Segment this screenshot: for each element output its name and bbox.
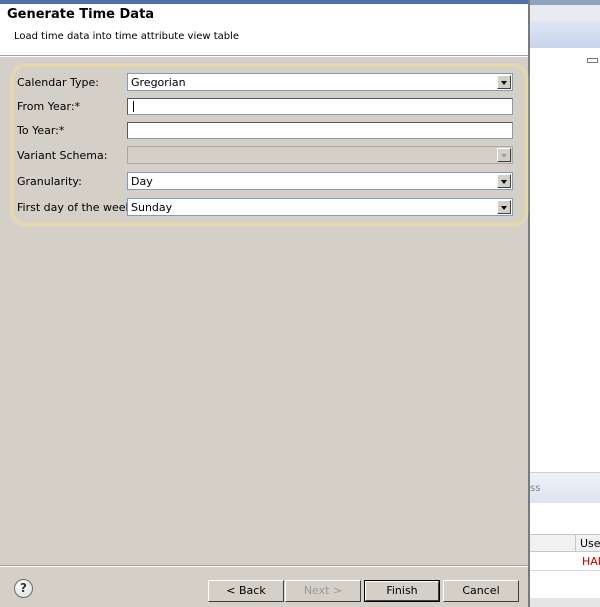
background-panel-tabs: ss: [530, 472, 600, 503]
background-tab-label[interactable]: ss: [530, 483, 540, 494]
calendar-type-label: Calendar Type:: [17, 76, 99, 89]
background-toolbar: [530, 5, 600, 21]
background-application: ss Use HAI: [530, 0, 600, 607]
dialog-description: Load time data into time attribute view …: [14, 31, 240, 42]
chevron-down-icon[interactable]: [497, 200, 511, 214]
header-separator: [0, 56, 528, 57]
first-day-value: Sunday: [131, 201, 173, 214]
column-header-user[interactable]: Use: [580, 537, 600, 550]
granularity-select[interactable]: Day: [127, 172, 513, 190]
calendar-type-value: Gregorian: [131, 76, 186, 89]
dialog-title: Generate Time Data: [7, 7, 155, 22]
from-year-label: From Year:*: [17, 100, 81, 113]
column-divider[interactable]: [575, 535, 576, 551]
button-bar-separator-highlight: [0, 566, 528, 567]
generate-time-data-dialog: Generate Time Data Load time data into t…: [0, 0, 530, 607]
from-year-input[interactable]: [128, 99, 512, 114]
text-caret: [133, 101, 134, 112]
background-table-header: Use: [530, 534, 600, 552]
first-day-label: First day of the week:: [17, 201, 136, 214]
to-year-label: To Year:*: [17, 124, 65, 137]
variant-schema-select: [127, 146, 513, 164]
chevron-down-icon[interactable]: [497, 75, 511, 89]
to-year-input[interactable]: [128, 123, 512, 138]
dialog-header-banner: Generate Time Data Load time data into t…: [0, 4, 528, 56]
next-button[interactable]: Next >: [285, 580, 361, 602]
finish-button[interactable]: Finish: [364, 580, 440, 602]
back-button[interactable]: < Back: [208, 580, 284, 602]
variant-schema-label: Variant Schema:: [17, 149, 108, 162]
cancel-button[interactable]: Cancel: [443, 580, 519, 602]
granularity-label: Granularity:: [17, 175, 82, 188]
first-day-select[interactable]: Sunday: [127, 198, 513, 216]
granularity-value: Day: [131, 175, 153, 188]
background-status-bar: [530, 598, 600, 607]
from-year-field-box: [127, 98, 513, 115]
table-cell[interactable]: HAI: [582, 555, 600, 568]
to-year-field-box: [127, 122, 513, 139]
calendar-type-select[interactable]: Gregorian: [127, 73, 513, 91]
background-editor-header: [530, 21, 600, 48]
minimize-icon[interactable]: [587, 58, 598, 63]
row-divider: [530, 570, 600, 571]
chevron-down-icon: [497, 148, 511, 162]
help-icon[interactable]: ?: [14, 579, 33, 598]
chevron-down-icon[interactable]: [497, 174, 511, 188]
